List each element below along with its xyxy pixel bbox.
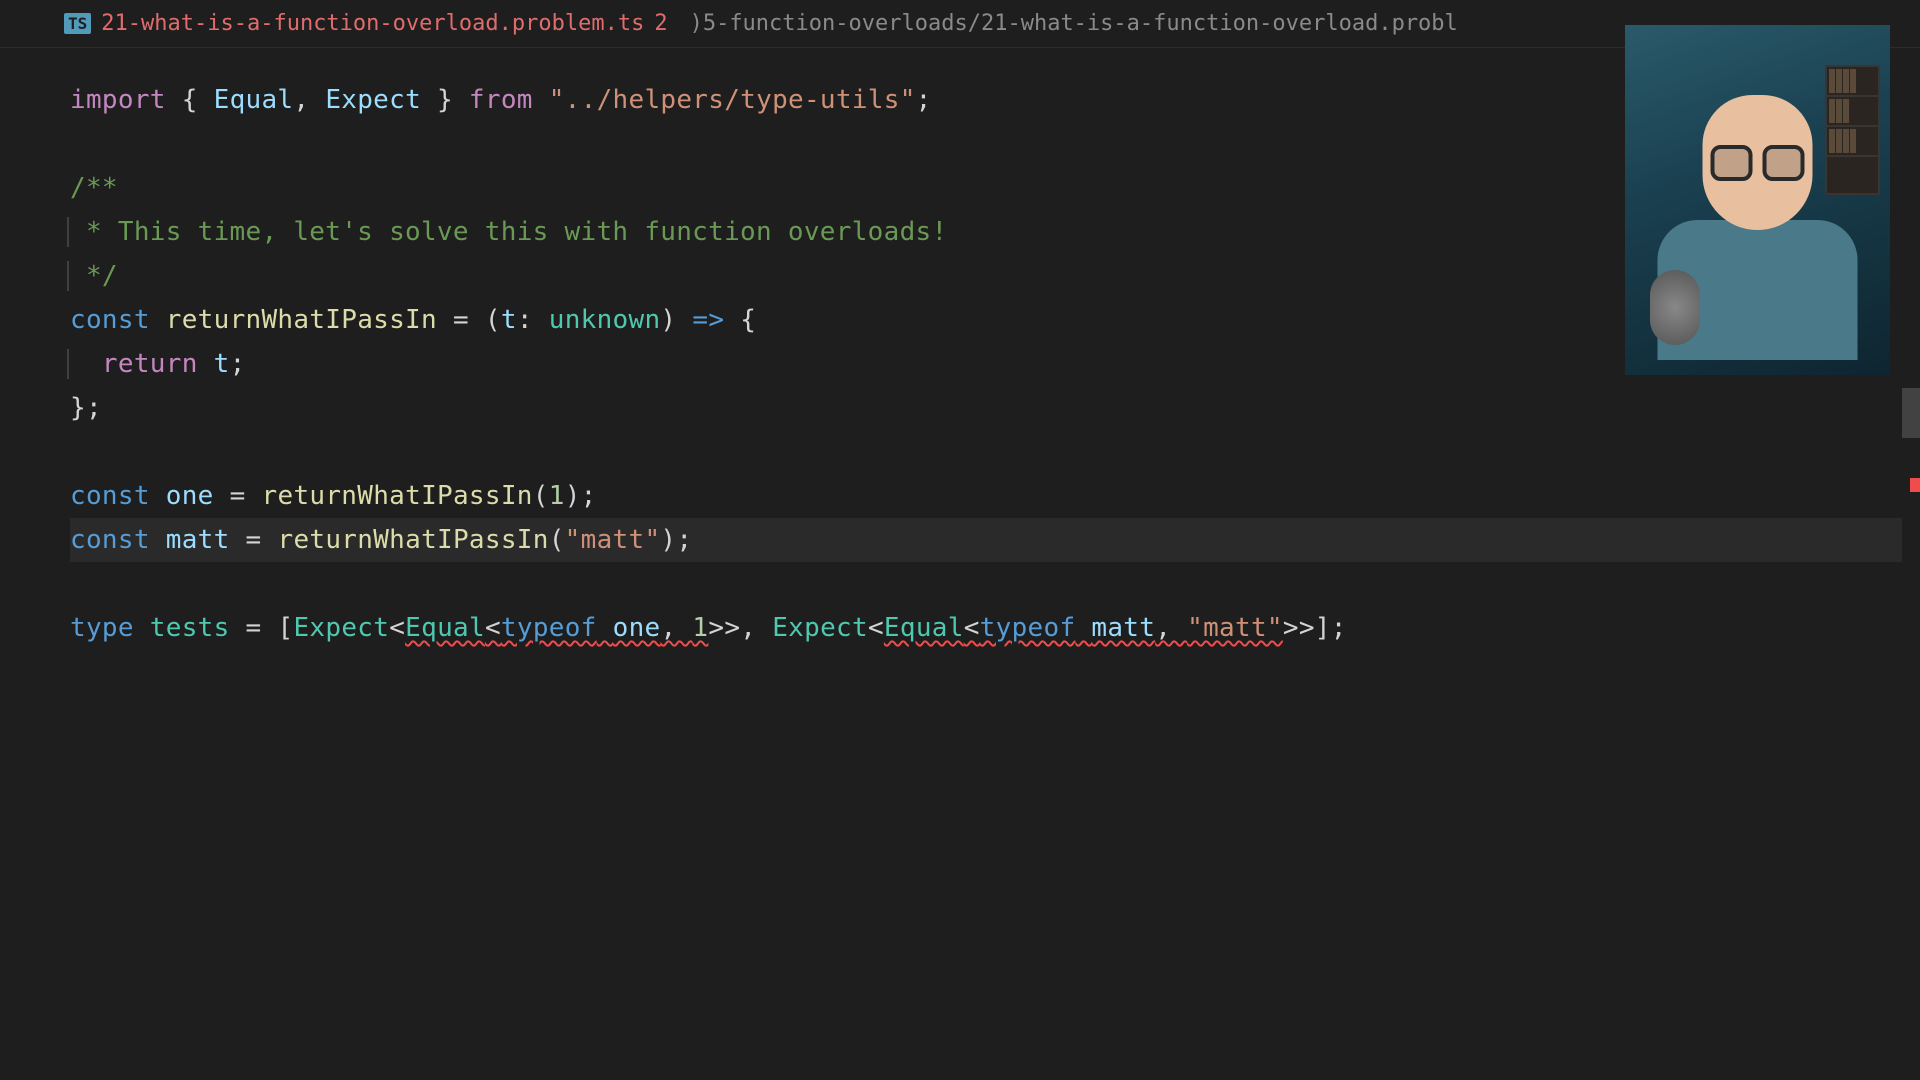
editor-tab[interactable]: TS 21-what-is-a-function-overload.proble… [50,0,682,47]
code-line-empty [70,562,1920,606]
tab-error-count-badge: 2 [654,11,667,36]
tab-filename: 21-what-is-a-function-overload.problem.t… [101,11,644,36]
scrollbar-thumb[interactable] [1902,388,1920,438]
code-line-active: const matt = returnWhatIPassIn("matt"); [70,518,1920,562]
code-line-empty [70,430,1920,474]
error-marker[interactable] [1910,478,1920,492]
breadcrumb[interactable]: )5-function-overloads/21-what-is-a-funct… [690,11,1458,36]
typescript-file-icon: TS [64,13,91,34]
code-line: const one = returnWhatIPassIn(1); [70,474,1920,518]
scrollbar-track[interactable] [1902,48,1920,1080]
microphone-icon [1650,270,1700,345]
code-line: type tests = [Expect<Equal<typeof one, 1… [70,606,1920,650]
webcam-overlay [1625,25,1890,375]
code-line: }; [70,386,1920,430]
